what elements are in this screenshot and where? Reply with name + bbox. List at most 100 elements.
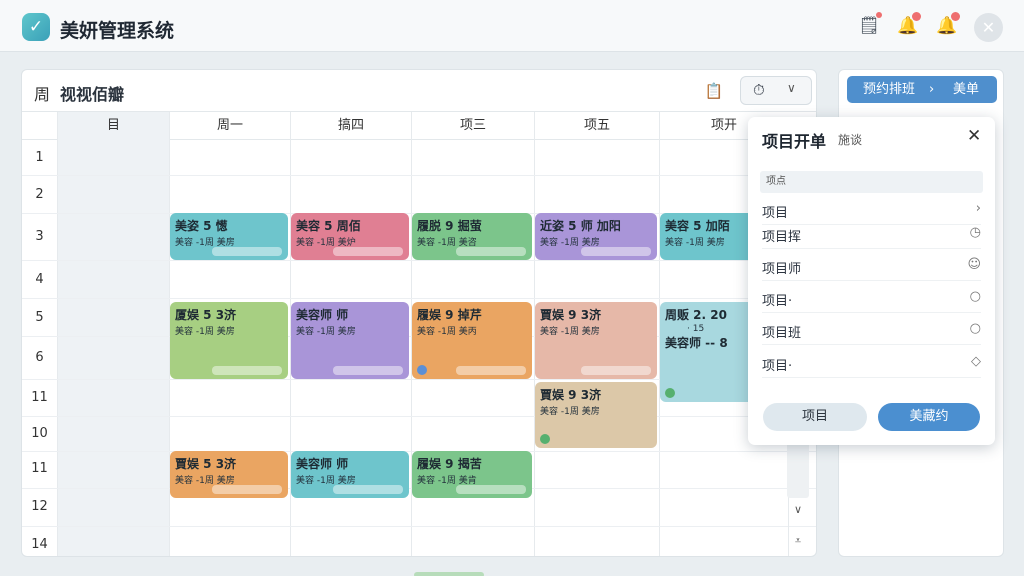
- popup-option-label: 项目班: [762, 326, 802, 341]
- popup-option-label: 项目师: [762, 262, 802, 277]
- appointment-card[interactable]: 美容师 师 美容 -1周 美房: [291, 302, 409, 379]
- appointment-card[interactable]: 近姿 5 师 加阳 美容 -1周 美房: [535, 213, 657, 260]
- view-select[interactable]: ⏱ ∨: [740, 76, 812, 105]
- appointment-card[interactable]: 履娱 9 揭苦 美容 -1周 美肯: [412, 451, 532, 498]
- appointment-sub: 美容 -1周 美房: [175, 327, 235, 337]
- row-label: 5: [35, 310, 44, 325]
- appointment-title: 美容 5 周佰: [296, 219, 361, 233]
- row-label: 12: [31, 499, 48, 514]
- day-header[interactable]: 搞四: [290, 112, 411, 140]
- close-icon[interactable]: ✕: [967, 126, 981, 146]
- alert-bell-icon[interactable]: 🔔: [936, 12, 960, 37]
- popup-search-input[interactable]: 项点: [760, 171, 983, 193]
- row-label: 2: [35, 187, 44, 202]
- appointment-title: 履娱 9 揭苦: [417, 457, 482, 471]
- schedule-button-label: 预约排班: [863, 82, 916, 97]
- scroll-to-bottom-icon[interactable]: ⩡: [787, 534, 809, 548]
- popup-option[interactable]: 项目· ○: [762, 283, 981, 313]
- day-header[interactable]: 项三: [411, 112, 534, 140]
- popup-option[interactable]: 项目班 ○: [762, 315, 981, 345]
- calendar-header: 周 视视佰瓣 📋 ⏱ ∨: [22, 70, 816, 112]
- chevron-down-icon[interactable]: ∨: [787, 503, 809, 516]
- top-bar: ✓ 美妍管理系统 🗒 🔔 🔔 ✕: [0, 0, 1024, 52]
- smile-icon: ☺: [967, 257, 981, 272]
- appointment-card[interactable]: 賈娱 9 3济 美容 -1周 美房: [535, 302, 657, 379]
- diamond-icon: ◇: [971, 354, 981, 369]
- radio-icon: ○: [969, 321, 981, 336]
- popup-title: 项目开单: [762, 132, 827, 151]
- row-label: 4: [35, 272, 44, 287]
- appointment-title: 周贩 2. 20: [665, 308, 727, 322]
- day-header[interactable]: 周一: [169, 112, 290, 140]
- row-label: 11: [31, 461, 48, 476]
- confirm-button[interactable]: 美藏约: [878, 403, 980, 431]
- appointment-sub: 美容 -1周 美房: [665, 238, 725, 248]
- row-label: 1: [35, 150, 44, 165]
- appointment-extra: · 15: [687, 324, 705, 334]
- appointment-card[interactable]: 周贩 2. 20 · 15 美容师 -- 8: [660, 302, 760, 402]
- appointment-sub: 美容 -1周 美房: [296, 327, 356, 337]
- appointment-title: 賈娱 9 3济: [540, 388, 602, 402]
- appointment-card[interactable]: 美姿 5 憽 美容 -1周 美房: [170, 213, 288, 260]
- appointment-title: 厦娱 5 3济: [175, 308, 237, 322]
- appointment-sub: 美容 -1周 美丙: [417, 327, 477, 337]
- appointment-card[interactable]: 賈娱 9 3济 美容 -1周 美房: [535, 382, 657, 448]
- clock-icon: ⏱: [753, 81, 765, 99]
- bottom-indicator: [414, 572, 484, 576]
- chevron-right-icon: ›: [929, 82, 935, 97]
- schedule-button[interactable]: 预约排班 › 美单: [847, 76, 997, 103]
- grid-line: [22, 416, 816, 417]
- appointment-title: 賈娱 9 3济: [540, 308, 602, 322]
- day-header[interactable]: 项五: [534, 112, 659, 140]
- appointment-sub: 美容 -1周 美房: [540, 327, 600, 337]
- week-label: 周: [34, 85, 51, 104]
- grid-line: [22, 526, 816, 527]
- clock-icon: ◷: [969, 225, 981, 240]
- popup-option-label: 项目·: [762, 294, 793, 309]
- appointment-title: 履脱 9 掘萤: [417, 219, 482, 233]
- day-header-row: 目 周一 搞四 项三 项五 项开: [22, 112, 816, 140]
- grid-line: [22, 298, 816, 299]
- appointment-card[interactable]: 賈娱 5 3济 美容 -1周 美房: [170, 451, 288, 498]
- bell-icon[interactable]: 🔔: [897, 12, 921, 37]
- cancel-button[interactable]: 项目: [763, 403, 867, 431]
- calendar-panel: 周 视视佰瓣 📋 ⏱ ∨ 目 周一 搞四 项三 项五 项开 1 2 3 4 5 …: [21, 69, 817, 557]
- appointment-card[interactable]: 美容师 师 美容 -1周 美房: [291, 451, 409, 498]
- appointment-card[interactable]: 美容 5 周佰 美容 -1周 美炉: [291, 213, 409, 260]
- popup-subtitle[interactable]: 施谈: [838, 131, 862, 148]
- appointment-title: 賈娱 5 3济: [175, 457, 237, 471]
- calendar-title: 视视佰瓣: [60, 85, 125, 104]
- radio-icon: ○: [969, 289, 981, 304]
- appointment-title: 美容师 师: [296, 308, 349, 322]
- row-label: 14: [31, 537, 48, 552]
- day-header[interactable]: 目: [57, 112, 169, 140]
- appointment-card[interactable]: 履脱 9 掘萤 美容 -1周 美咨: [412, 213, 532, 260]
- popup-option[interactable]: 项目· ◇: [762, 348, 981, 378]
- chevron-right-icon: ›: [975, 201, 981, 216]
- first-column-bg: [57, 112, 169, 556]
- appointment-title: 近姿 5 师 加阳: [540, 219, 621, 233]
- appointment-sub: 美容 -1周 美房: [540, 407, 600, 417]
- app-logo-icon: ✓: [22, 13, 50, 41]
- appointment-card[interactable]: 履娱 9 掉芹 美容 -1周 美丙: [412, 302, 532, 379]
- grid-line: [22, 175, 816, 176]
- app-title: 美妍管理系统: [60, 20, 175, 42]
- popup-option[interactable]: 项目挥 ◷: [762, 219, 981, 249]
- appointment-card[interactable]: 美容 5 加陌 美容 -1周 美房: [660, 213, 760, 260]
- popup-option-label: 项目挥: [762, 230, 802, 245]
- appointment-title: 美容师 师: [296, 457, 349, 471]
- order-popup: 项目开单 施谈 ✕ 项点 项目 › 项目挥 ◷ 项目师 ☺ 项目· ○ 项目班 …: [748, 117, 995, 445]
- row-label: 10: [31, 426, 48, 441]
- clipboard-bell-icon[interactable]: 🗒: [858, 12, 882, 37]
- row-label: 6: [35, 350, 44, 365]
- close-icon[interactable]: ✕: [974, 13, 1003, 42]
- appointment-title: 履娱 9 掉芹: [417, 308, 482, 322]
- clipboard-icon[interactable]: 📋: [703, 80, 725, 102]
- appointment-card[interactable]: 厦娱 5 3济 美容 -1周 美房: [170, 302, 288, 379]
- schedule-button-sub: 美单: [953, 82, 980, 97]
- grid-line: [57, 112, 58, 556]
- grid-line: [22, 260, 816, 261]
- row-label: 3: [35, 229, 44, 244]
- popup-option[interactable]: 项目师 ☺: [762, 251, 981, 281]
- row-label: 11: [31, 390, 48, 405]
